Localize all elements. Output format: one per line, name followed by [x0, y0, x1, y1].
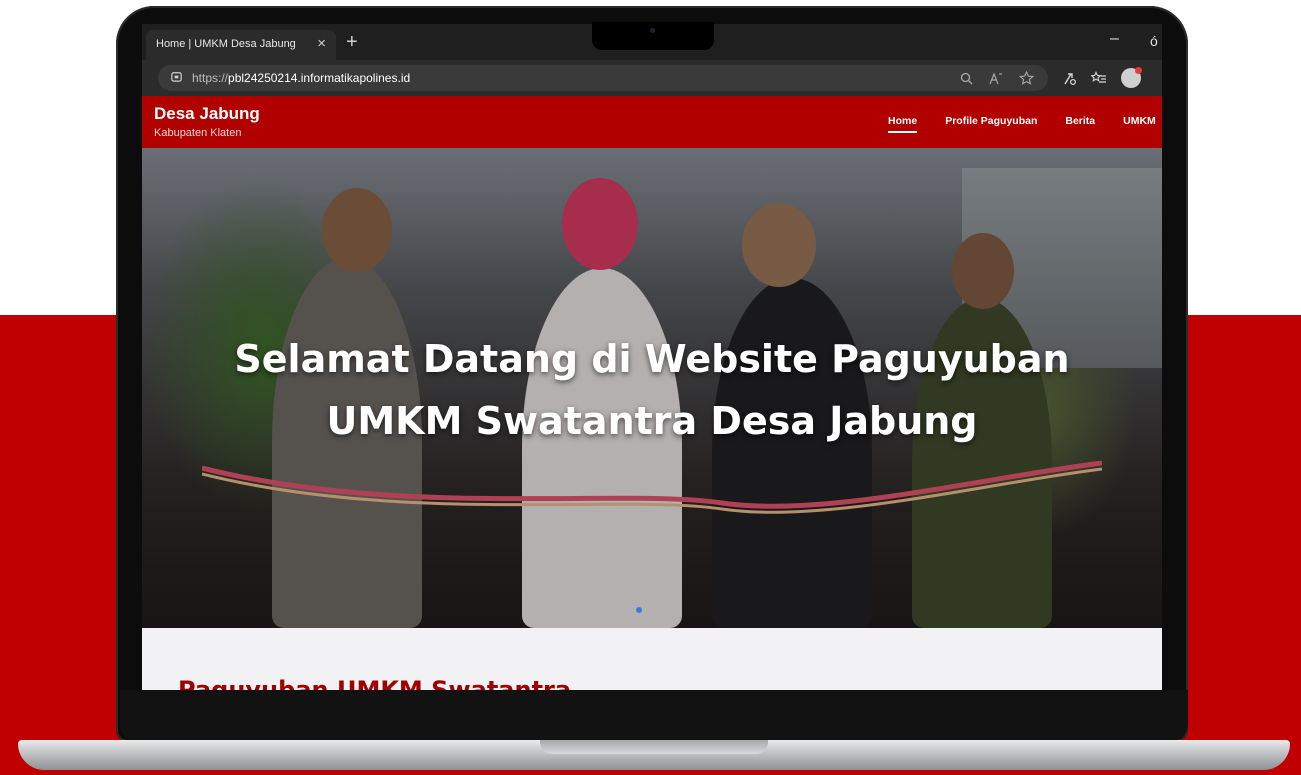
website-viewport: Desa Jabung Kabupaten Klaten Home Profil…	[142, 96, 1162, 690]
brand-title[interactable]: Desa Jabung	[154, 104, 260, 124]
browser-toolbar: https://pbl24250214.informatikapolines.i…	[142, 60, 1162, 96]
hero-carousel[interactable]: Selamat Datang di Website Paguyuban UMKM…	[142, 148, 1162, 628]
hero-title-line-1: Selamat Datang di Website Paguyuban	[234, 337, 1070, 381]
url-prefix: https://	[192, 71, 229, 85]
browser-tab[interactable]: Home | UMKM Desa Jabung ×	[146, 30, 336, 60]
camera-notch	[592, 22, 714, 50]
favorite-star-icon[interactable]	[1019, 71, 1034, 85]
favorites-icon[interactable]	[1091, 70, 1107, 86]
zoom-icon[interactable]	[960, 72, 973, 85]
nav-menu: Home Profile Paguyuban Berita UMKM	[888, 115, 1156, 133]
toolbar-right	[1062, 65, 1142, 91]
read-aloud-icon[interactable]	[989, 71, 1003, 85]
tab-close-icon[interactable]: ×	[317, 30, 326, 58]
address-bar[interactable]: https://pbl24250214.informatikapolines.i…	[158, 65, 1048, 91]
camera-icon	[650, 28, 655, 33]
laptop-hinge-notch	[540, 740, 768, 754]
carousel-indicator-dot[interactable]	[636, 607, 642, 613]
hero-title-line-2: UMKM Swatantra Desa Jabung	[326, 399, 978, 443]
laptop-bezel-bottom	[120, 690, 1188, 742]
url-text: https://pbl24250214.informatikapolines.i…	[192, 65, 410, 91]
brand-subtitle: Kabupaten Klaten	[154, 127, 242, 139]
minimize-button[interactable]: –	[1110, 30, 1119, 48]
profile-avatar-icon[interactable]	[1121, 67, 1142, 88]
nav-item-berita[interactable]: Berita	[1065, 115, 1095, 133]
site-info-icon[interactable]	[170, 70, 183, 83]
window-control-button[interactable]: ó	[1150, 33, 1158, 49]
section-heading: Paguyuban UMKM Swatantra	[178, 676, 572, 690]
nav-item-profile-paguyuban[interactable]: Profile Paguyuban	[945, 115, 1037, 133]
laptop-screen: Home | UMKM Desa Jabung × + – ó https://…	[142, 24, 1162, 690]
new-tab-button[interactable]: +	[346, 30, 358, 54]
address-bar-actions	[960, 65, 1034, 91]
nav-item-umkm[interactable]: UMKM	[1123, 115, 1156, 133]
hero-title: Selamat Datang di Website Paguyuban UMKM…	[142, 328, 1162, 452]
nav-item-home[interactable]: Home	[888, 115, 918, 133]
url-domain: pbl24250214.informatikapolines.id	[228, 71, 411, 85]
tab-title: Home | UMKM Desa Jabung	[156, 38, 296, 50]
extensions-icon[interactable]	[1062, 71, 1077, 86]
site-navbar: Desa Jabung Kabupaten Klaten Home Profil…	[142, 96, 1162, 148]
